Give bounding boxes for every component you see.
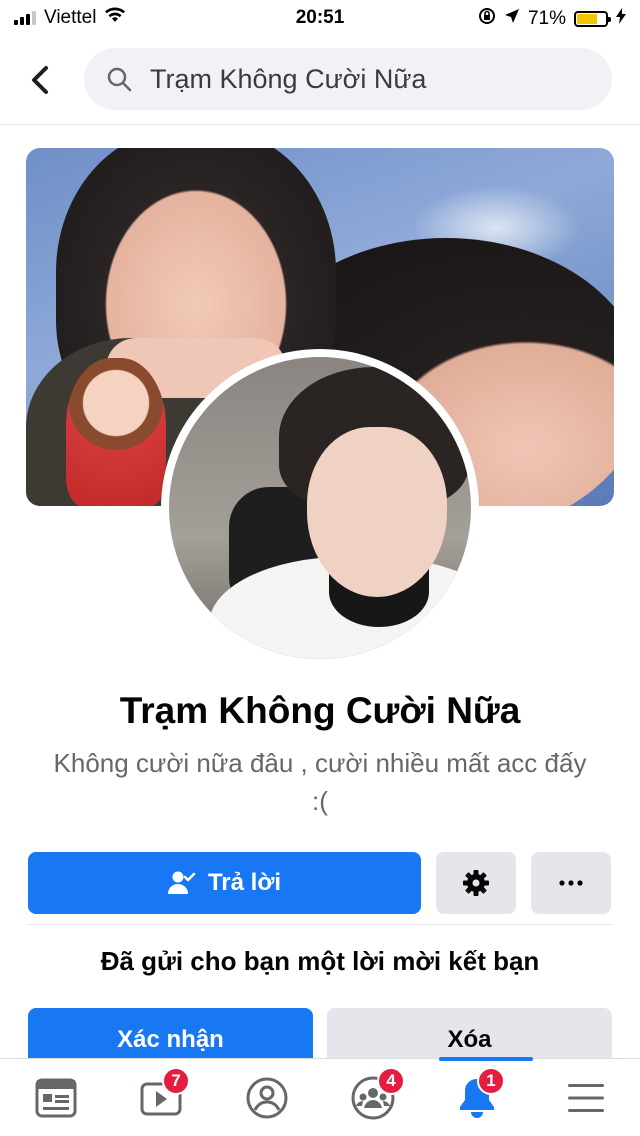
confirm-button-label: Xác nhận: [117, 1026, 224, 1053]
more-icon: [559, 880, 583, 886]
bottom-nav: 7 4 1: [0, 1057, 640, 1136]
charging-icon: [616, 8, 626, 30]
profile-icon: [246, 1077, 288, 1119]
battery-percent: 71%: [527, 8, 566, 29]
profile-bio: Không cười nữa đâu , cười nhiều mất acc …: [53, 748, 587, 816]
actions-divider: [28, 924, 612, 925]
delete-button-label: Xóa: [447, 1026, 492, 1053]
friend-request-text: Đã gửi cho bạn một lời mời kết bạn: [100, 946, 540, 976]
nav-profile[interactable]: [227, 1059, 307, 1136]
reply-button[interactable]: Trả lời: [28, 852, 421, 914]
news-feed-icon: [35, 1078, 77, 1118]
groups-badge: 4: [377, 1067, 405, 1095]
profile-picture[interactable]: [161, 349, 479, 667]
nav-watch[interactable]: 7: [122, 1059, 202, 1136]
status-bar: Viettel 20:51 71%: [0, 0, 640, 36]
status-right: 71%: [478, 7, 626, 31]
notifications-badge: 1: [477, 1067, 505, 1095]
more-button[interactable]: [531, 852, 611, 914]
nav-menu[interactable]: [546, 1059, 626, 1136]
location-icon: [504, 8, 520, 30]
gear-icon: [463, 870, 489, 896]
nav-notifications[interactable]: 1: [437, 1057, 533, 1136]
reply-button-label: Trả lời: [207, 869, 282, 896]
header: Trạm Không Cười Nữa: [0, 44, 640, 116]
back-button[interactable]: [20, 60, 60, 100]
battery-icon: [574, 11, 611, 27]
search-icon: [104, 64, 134, 94]
header-divider: [0, 124, 640, 125]
nav-groups[interactable]: 4: [333, 1059, 413, 1136]
profile-name: Trạm Không Cười Nữa: [119, 690, 521, 731]
user-check-icon: [167, 871, 196, 894]
avatar-face: [307, 427, 447, 597]
profile-picture-photo: [169, 357, 471, 659]
chevron-left-icon: [32, 66, 48, 94]
screen-lock-icon: [478, 7, 496, 31]
menu-icon: [568, 1084, 604, 1112]
cover-toy: [66, 358, 166, 506]
settings-button[interactable]: [436, 852, 516, 914]
search-query: Trạm Không Cười Nữa: [150, 63, 427, 94]
search-bar[interactable]: Trạm Không Cười Nữa: [84, 48, 612, 110]
watch-badge: 7: [162, 1067, 190, 1095]
nav-news-feed[interactable]: [16, 1059, 96, 1136]
